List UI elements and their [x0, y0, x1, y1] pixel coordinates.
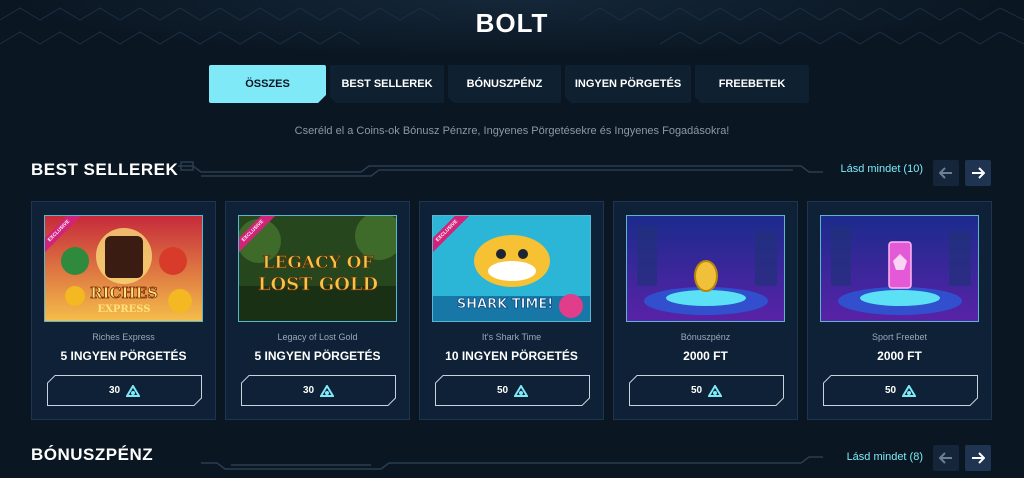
card-value: 2000 FT	[683, 349, 728, 363]
see-all-link[interactable]: Lásd mindet (8)	[847, 451, 923, 463]
carousel-prev-button[interactable]	[933, 445, 959, 471]
coin-icon	[126, 384, 141, 397]
tab-freebets[interactable]: FREEBETEK	[695, 65, 809, 103]
card-name: Riches Express	[92, 332, 155, 342]
buy-button[interactable]: 50	[435, 375, 590, 406]
coin-icon	[514, 384, 529, 397]
svg-text:RICHES: RICHES	[90, 284, 158, 302]
buy-button[interactable]: 50	[629, 375, 784, 406]
tab-free-spins[interactable]: INGYEN PÖRGETÉS	[565, 65, 691, 103]
shop-card[interactable]: Bónuszpénz 2000 FT 50	[613, 201, 798, 420]
card-value: 5 INGYEN PÖRGETÉS	[254, 349, 381, 363]
price-label: 30	[302, 385, 315, 396]
price-label: 50	[884, 385, 897, 396]
section-header-best-sellers: BEST SELLEREK Lásd mindet (10)	[31, 160, 993, 190]
price-label: 50	[496, 385, 509, 396]
tab-bonus-money[interactable]: BÓNUSZPÉNZ	[448, 65, 561, 103]
svg-text:LEGACY OF: LEGACY OF	[262, 253, 373, 273]
svg-text:EXPRESS: EXPRESS	[97, 304, 150, 315]
card-value: 10 INGYEN PÖRGETÉS	[445, 349, 578, 363]
card-name: Sport Freebet	[871, 332, 928, 342]
see-all-link[interactable]: Lásd mindet (10)	[840, 163, 923, 175]
best-sellers-carousel: RICHES EXPRESS EXCLUSIVE Riches Express …	[31, 201, 992, 420]
svg-text:SHARK TIME!: SHARK TIME!	[457, 297, 553, 312]
arrow-right-icon	[972, 452, 985, 464]
riches-express-image: RICHES EXPRESS EXCLUSIVE	[44, 215, 203, 322]
gold-coin-pedestal-image	[626, 215, 785, 322]
coin-icon	[708, 384, 723, 397]
coin-icon	[320, 384, 335, 397]
card-name: Bónuszpénz	[680, 332, 731, 342]
tab-best-sellers[interactable]: BEST SELLEREK	[330, 65, 444, 103]
shark-time-image: SHARK TIME! EXCLUSIVE	[432, 215, 591, 322]
shop-card[interactable]: SHARK TIME! EXCLUSIVE It's Shark Time 10…	[419, 201, 604, 420]
shop-card[interactable]: Sport Freebet 2000 FT 50	[807, 201, 992, 420]
category-tabs: ÖSSZES BEST SELLEREK BÓNUSZPÉNZ INGYEN P…	[209, 65, 809, 103]
card-value: 2000 FT	[877, 349, 922, 363]
page-title: BOLT	[475, 8, 549, 38]
card-name: It's Shark Time	[481, 332, 542, 342]
shop-card[interactable]: RICHES EXPRESS EXCLUSIVE Riches Express …	[31, 201, 216, 420]
carousel-prev-button[interactable]	[933, 160, 959, 186]
svg-text:LOST GOLD: LOST GOLD	[258, 274, 378, 295]
card-value: 5 INGYEN PÖRGETÉS	[60, 349, 187, 363]
arrow-left-icon	[939, 167, 952, 179]
carousel-next-button[interactable]	[965, 160, 991, 186]
section-title: BÓNUSZPÉNZ	[31, 445, 154, 464]
tab-all[interactable]: ÖSSZES	[209, 65, 326, 103]
price-label: 30	[108, 385, 121, 396]
buy-button[interactable]: 30	[47, 375, 202, 406]
arrow-right-icon	[972, 167, 985, 179]
card-name: Legacy of Lost Gold	[277, 332, 358, 342]
section-title: BEST SELLEREK	[31, 160, 179, 179]
buy-button[interactable]: 50	[823, 375, 978, 406]
coin-icon	[902, 384, 917, 397]
arrow-left-icon	[939, 452, 952, 464]
pink-ticket-pedestal-image	[820, 215, 979, 322]
shop-card[interactable]: LEGACY OF LOST GOLD EXCLUSIVE Legacy of …	[225, 201, 410, 420]
buy-button[interactable]: 30	[241, 375, 396, 406]
shop-subtitle: Cseréld el a Coins-ok Bónusz Pénzre, Ing…	[294, 125, 730, 137]
legacy-of-lost-gold-image: LEGACY OF LOST GOLD EXCLUSIVE	[238, 215, 397, 322]
price-label: 50	[690, 385, 703, 396]
section-header-bonus-money: BÓNUSZPÉNZ Lásd mindet (8)	[31, 445, 993, 475]
carousel-next-button[interactable]	[965, 445, 991, 471]
